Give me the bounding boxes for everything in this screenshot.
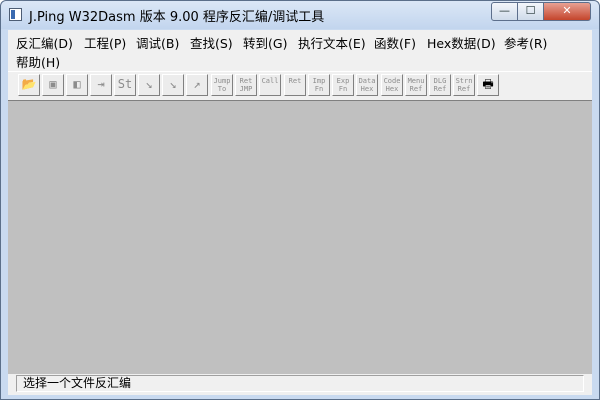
goto-code-start-button[interactable]: St: [114, 74, 136, 96]
menu-goto[interactable]: 转到(G): [241, 33, 289, 52]
imported-functions-button[interactable]: Imp Fn: [308, 74, 330, 96]
exp-fn-label: Exp Fn: [336, 77, 350, 93]
menu-references[interactable]: 参考(R): [502, 33, 549, 52]
menu-execute-text[interactable]: 执行文本(E): [296, 33, 368, 52]
app-window: J.Ping W32Dasm 版本 9.00 程序反汇编/调试工具 — ☐ ✕ …: [0, 0, 600, 400]
client-area: 反汇编(D) 工程(P) 调试(B) 查找(S) 转到(G) 执行文本(E) 函…: [8, 30, 592, 395]
call-button[interactable]: Call: [259, 74, 281, 96]
toolbar: 📂 ▣ ◧ ⇥ St ↘ ↘ ↗ Jump To Ret JMP Call Re…: [8, 71, 592, 100]
menu-functions[interactable]: 函数(F): [372, 33, 418, 52]
code-start-icon: St: [117, 77, 133, 91]
exported-functions-button[interactable]: Exp Fn: [332, 74, 354, 96]
code-hex-label: Code Hex: [383, 77, 401, 93]
status-text: 选择一个文件反汇编: [16, 375, 584, 392]
data-hex-label: Data Hex: [358, 77, 376, 93]
title-bar[interactable]: J.Ping W32Dasm 版本 9.00 程序反汇编/调试工具 — ☐ ✕: [1, 1, 599, 29]
jump-to-label: Jump To: [213, 77, 231, 93]
page-icon: ↘: [169, 77, 177, 91]
goto-program-entry-button[interactable]: ↘: [138, 74, 160, 96]
open-file-button[interactable]: 📂: [18, 74, 40, 96]
menu-search[interactable]: 查找(S): [188, 33, 235, 52]
goto-offset-button[interactable]: ↗: [186, 74, 208, 96]
menu-hex-data[interactable]: Hex数据(D): [425, 33, 498, 52]
menu-project[interactable]: 工程(P): [82, 33, 128, 52]
status-bar: 选择一个文件反汇编: [8, 374, 592, 394]
entry-icon: ↘: [145, 77, 153, 91]
string-references-button[interactable]: Strn Ref: [453, 74, 475, 96]
save-project-button[interactable]: ▣: [42, 74, 64, 96]
disassembly-workspace[interactable]: [8, 100, 592, 374]
magnify-icon: ◧: [73, 77, 81, 91]
data-hex-button[interactable]: Data Hex: [356, 74, 378, 96]
imp-fn-label: Imp Fn: [312, 77, 326, 93]
dlg-ref-label: DLG Ref: [433, 77, 447, 93]
folder-open-icon: 📂: [21, 77, 37, 91]
jump-to-button[interactable]: Jump To: [211, 74, 233, 96]
return-from-call-button[interactable]: Ret: [284, 74, 306, 96]
window-title: J.Ping W32Dasm 版本 9.00 程序反汇编/调试工具: [29, 10, 325, 25]
close-button[interactable]: ✕: [543, 2, 591, 21]
dialog-references-button[interactable]: DLG Ref: [429, 74, 451, 96]
ret-jmp-label: Ret JMP: [239, 77, 253, 93]
print-button[interactable]: 🖶: [477, 74, 499, 96]
step-icon: ⇥: [97, 77, 105, 91]
strn-ref-label: Strn Ref: [455, 77, 473, 93]
minimize-button[interactable]: —: [491, 2, 518, 21]
return-from-jump-button[interactable]: Ret JMP: [235, 74, 257, 96]
menu-bar: 反汇编(D) 工程(P) 调试(B) 查找(S) 转到(G) 执行文本(E) 函…: [8, 31, 592, 71]
disassemble-button[interactable]: ◧: [66, 74, 88, 96]
save-icon: ▣: [49, 77, 57, 91]
menu-help[interactable]: 帮助(H): [14, 52, 62, 71]
code-hex-button[interactable]: Code Hex: [381, 74, 403, 96]
offset-icon: ↗: [193, 77, 201, 91]
call-label: Call: [261, 77, 279, 85]
menu-ref-label: Menu Ref: [407, 77, 425, 93]
printer-icon: 🖶: [482, 77, 494, 91]
maximize-button[interactable]: ☐: [517, 2, 544, 21]
load-process-button[interactable]: ⇥: [90, 74, 112, 96]
app-icon[interactable]: [9, 8, 22, 21]
menu-references-button[interactable]: Menu Ref: [405, 74, 427, 96]
ret-label: Ret: [288, 77, 302, 85]
goto-page-button[interactable]: ↘: [162, 74, 184, 96]
menu-debug[interactable]: 调试(B): [134, 33, 181, 52]
menu-disassembler[interactable]: 反汇编(D): [14, 33, 75, 52]
